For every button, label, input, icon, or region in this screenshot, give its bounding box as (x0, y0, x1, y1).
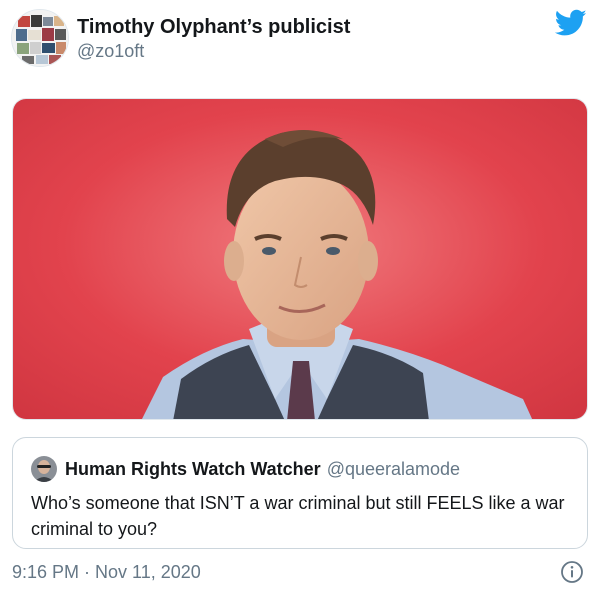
author-handle[interactable]: @zo1oft (77, 40, 350, 62)
info-icon[interactable] (560, 560, 584, 584)
twitter-bird-icon[interactable] (555, 9, 587, 37)
author-avatar[interactable] (11, 9, 69, 67)
quoted-author-display-name[interactable]: Human Rights Watch Watcher (65, 459, 321, 480)
quoted-tweet-header: Human Rights Watch Watcher @queeralamode (31, 456, 460, 482)
author-display-name[interactable]: Timothy Olyphant’s publicist (77, 15, 350, 39)
author-names: Timothy Olyphant’s publicist @zo1oft (77, 15, 350, 62)
quoted-tweet-text: Who’s someone that ISN’T a war criminal … (31, 493, 565, 539)
quoted-author-handle[interactable]: @queeralamode (327, 459, 460, 480)
tweet-header: Timothy Olyphant’s publicist @zo1oft (11, 9, 589, 67)
tweet-timestamp[interactable]: 9:16 PM · Nov 11, 2020 (12, 560, 201, 584)
quoted-tweet[interactable]: Human Rights Watch Watcher @queeralamode… (12, 437, 588, 549)
tweet-photo[interactable] (12, 98, 588, 420)
quoted-author-avatar[interactable] (31, 456, 57, 482)
